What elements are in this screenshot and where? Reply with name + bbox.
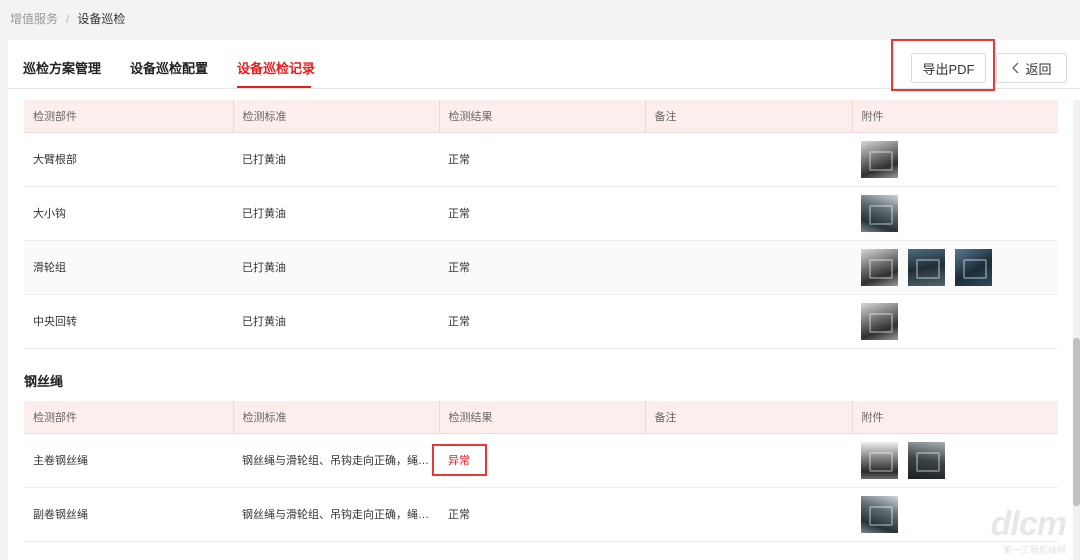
cell-attachments xyxy=(852,240,1058,295)
cell-standard: 已打黄油 xyxy=(233,294,439,349)
watermark-caption: 第一工程机械网 xyxy=(1002,545,1066,555)
cell-note xyxy=(645,433,852,488)
table-row: 滑轮组 已打黄油 正常 xyxy=(24,240,1058,295)
breadcrumb-current: 设备巡检 xyxy=(77,12,126,26)
tab-inspection-config[interactable]: 设备巡检配置 xyxy=(130,58,208,77)
column-header-result: 检测结果 xyxy=(439,401,646,434)
cell-standard: 已打黄油 xyxy=(233,132,439,187)
attachment-thumbnail[interactable] xyxy=(861,495,898,533)
tab-bar: 巡检方案管理 设备巡检配置 设备巡检记录 导出PDF 返回 xyxy=(8,39,1080,91)
cell-note xyxy=(645,487,852,542)
attachment-thumbnail[interactable] xyxy=(861,302,898,340)
cell-part: 滑轮组 xyxy=(24,240,233,295)
cell-result: 正常 xyxy=(439,186,645,241)
table-row: 主卷钢丝绳 钢丝绳与滑轮组、吊钩走向正确，绳头… 异常 xyxy=(24,433,1058,488)
watermark: dlcm 第一工程机械网 xyxy=(990,505,1067,556)
cell-note xyxy=(645,132,852,187)
cell-part: 中央回转 xyxy=(24,294,233,349)
cell-result-abnormal: 异常 xyxy=(439,433,645,488)
cell-attachments xyxy=(852,132,1058,187)
active-tab-indicator xyxy=(237,86,311,88)
attachment-thumbnail[interactable] xyxy=(908,248,945,286)
attachment-thumbnail[interactable] xyxy=(955,248,992,286)
column-header-note: 备注 xyxy=(645,401,853,434)
breadcrumb-parent[interactable]: 增值服务 xyxy=(10,10,58,27)
section-title-wire-rope: 钢丝绳 xyxy=(24,374,64,389)
cell-standard: 钢丝绳与滑轮组、吊钩走向正确，绳头… xyxy=(233,487,439,542)
breadcrumb: 增值服务 / 设备巡检 xyxy=(10,10,125,27)
column-header-standard: 检测标准 xyxy=(233,401,440,434)
cell-attachments xyxy=(852,186,1058,241)
vertical-scrollbar[interactable] xyxy=(1073,100,1080,560)
cell-result: 正常 xyxy=(439,240,645,295)
cell-part: 主卷钢丝绳 xyxy=(24,433,233,488)
attachment-thumbnail[interactable] xyxy=(861,441,898,479)
main-card: 巡检方案管理 设备巡检配置 设备巡检记录 导出PDF 返回 检测部件 检测标准 … xyxy=(8,39,1080,560)
table-header-row: 检测部件 检测标准 检测结果 备注 附件 xyxy=(24,100,1058,133)
cell-result: 正常 xyxy=(439,132,645,187)
cell-note xyxy=(645,240,852,295)
attachment-thumbnail[interactable] xyxy=(861,248,898,286)
watermark-logo: dlcm xyxy=(990,505,1067,543)
table-row: 大臂根部 已打黄油 正常 xyxy=(24,132,1058,187)
export-pdf-button[interactable]: 导出PDF xyxy=(911,53,986,83)
cell-part: 大小钩 xyxy=(24,186,233,241)
table-row: 副卷钢丝绳 钢丝绳与滑轮组、吊钩走向正确，绳头… 正常 xyxy=(24,487,1058,542)
table-row: 大小钩 已打黄油 正常 xyxy=(24,186,1058,241)
cell-result: 正常 xyxy=(439,487,645,542)
table-header-row: 检测部件 检测标准 检测结果 备注 附件 xyxy=(24,401,1058,434)
cell-standard: 已打黄油 xyxy=(233,240,439,295)
cell-result: 正常 xyxy=(439,294,645,349)
inspection-table-general: 检测部件 检测标准 检测结果 备注 附件 大臂根部 已打黄油 正常 大小钩 已打… xyxy=(24,100,1058,349)
cell-part: 大臂根部 xyxy=(24,132,233,187)
attachment-thumbnail[interactable] xyxy=(861,140,898,178)
cell-note xyxy=(645,294,852,349)
column-header-result: 检测结果 xyxy=(439,100,646,133)
scrollbar-thumb[interactable] xyxy=(1073,338,1080,506)
chevron-left-icon xyxy=(1012,62,1019,74)
tab-inspection-records[interactable]: 设备巡检记录 xyxy=(237,58,315,77)
table-row: 中央回转 已打黄油 正常 xyxy=(24,294,1058,349)
back-button-label: 返回 xyxy=(1025,61,1052,77)
records-content: 检测部件 检测标准 检测结果 备注 附件 大臂根部 已打黄油 正常 大小钩 已打… xyxy=(8,90,1080,560)
column-header-attachment: 附件 xyxy=(852,100,1058,133)
cell-note xyxy=(645,186,852,241)
attachment-thumbnail[interactable] xyxy=(861,194,898,232)
tab-inspection-plan-management[interactable]: 巡检方案管理 xyxy=(23,58,101,77)
back-button[interactable]: 返回 xyxy=(996,53,1067,83)
cell-part: 副卷钢丝绳 xyxy=(24,487,233,542)
inspection-table-wire-rope: 检测部件 检测标准 检测结果 备注 附件 主卷钢丝绳 钢丝绳与滑轮组、吊钩走向正… xyxy=(24,401,1058,542)
breadcrumb-separator: / xyxy=(66,11,70,26)
column-header-note: 备注 xyxy=(645,100,853,133)
cell-attachments xyxy=(852,294,1058,349)
cell-attachments xyxy=(852,433,1058,488)
column-header-attachment: 附件 xyxy=(852,401,1058,434)
attachment-thumbnail[interactable] xyxy=(908,441,945,479)
column-header-standard: 检测标准 xyxy=(233,100,440,133)
cell-standard: 钢丝绳与滑轮组、吊钩走向正确，绳头… xyxy=(233,433,439,488)
column-header-part: 检测部件 xyxy=(24,100,234,133)
column-header-part: 检测部件 xyxy=(24,401,234,434)
cell-standard: 已打黄油 xyxy=(233,186,439,241)
